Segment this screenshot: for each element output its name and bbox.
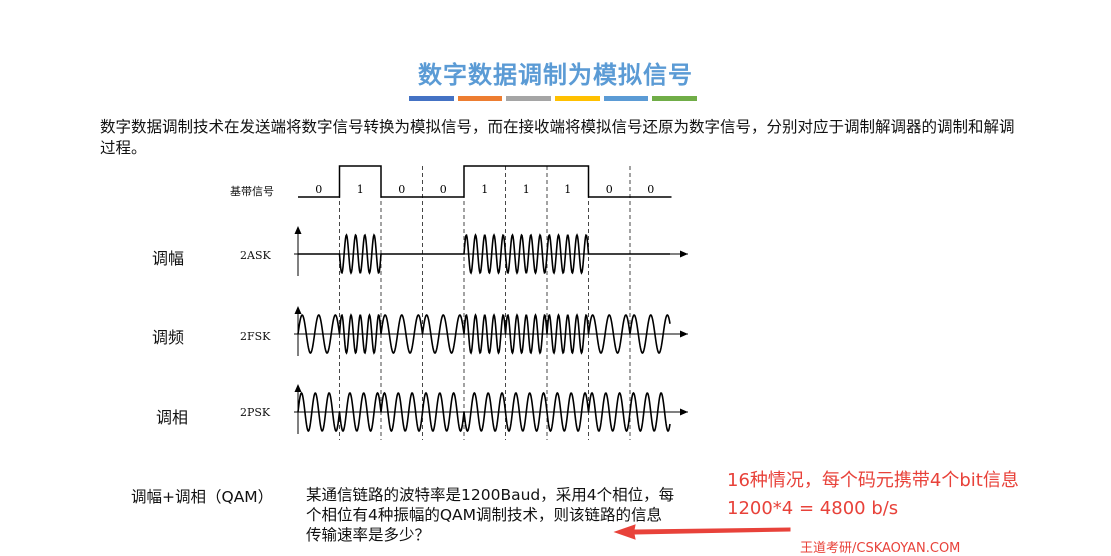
bit-label-0: 0: [315, 183, 322, 196]
qam-label: 调幅+调相（QAM）: [131, 488, 274, 506]
fsk-amp-arrow: [294, 306, 302, 314]
row-label-pm: 调相: [156, 408, 189, 427]
bit-labels: 0 1 0 0 1 1 1 0 0: [315, 183, 654, 196]
bit-label-7: 0: [606, 183, 613, 196]
ask-amp-arrow: [294, 226, 302, 234]
bit-label-2: 0: [398, 183, 405, 196]
answer-line-2: 1200*4 = 4800 b/s: [727, 498, 899, 519]
row-label-am: 调幅: [152, 249, 185, 268]
bit-label-6: 1: [564, 183, 571, 196]
ask-time-arrow: [680, 250, 688, 258]
modulation-diagram: 0 1 0 0 1 1 1 0 0: [294, 165, 791, 540]
signal-label-2fsk: 2FSK: [240, 330, 271, 343]
bit-label-3: 0: [440, 183, 447, 196]
signal-label-2ask: 2ASK: [240, 249, 271, 262]
fsk-time-arrow: [680, 330, 688, 338]
psk-amp-arrow: [294, 384, 302, 392]
bit-label-5: 1: [523, 183, 530, 196]
answer-annotation: 16种情况，每个码元携带4个bit信息 1200*4 = 4800 b/s: [727, 467, 1019, 523]
row-label-fm: 调频: [152, 328, 185, 347]
bit-label-4: 1: [481, 183, 488, 196]
bit-label-8: 0: [647, 183, 654, 196]
signal-label-2psk: 2PSK: [240, 406, 271, 419]
question-text: 某通信链路的波特率是1200Baud，采用4个相位，每个相位有4种振幅的QAM调…: [306, 486, 675, 544]
psk-time-arrow: [680, 408, 688, 416]
baseband-label: 基带信号: [230, 185, 274, 198]
watermark: 王道考研/CSKAOYAN.COM: [800, 541, 961, 556]
answer-line-1: 16种情况，每个码元携带4个bit信息: [727, 470, 1019, 491]
bit-label-1: 1: [357, 183, 364, 196]
